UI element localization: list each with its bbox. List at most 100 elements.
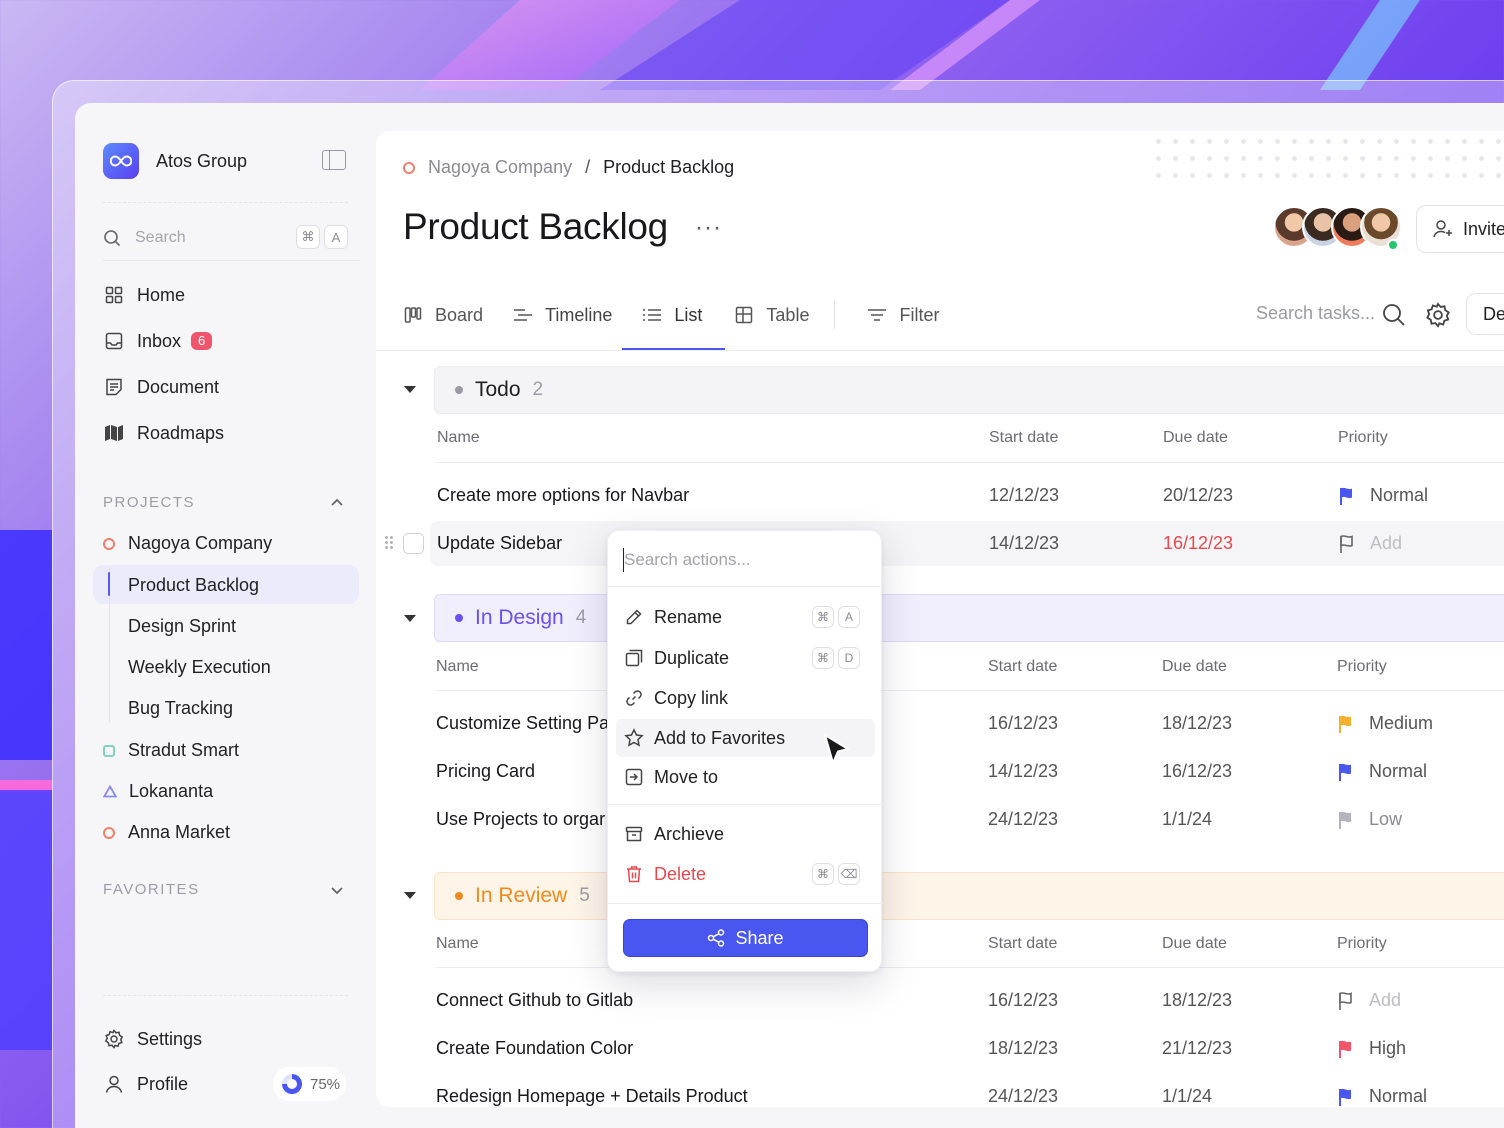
nav-settings[interactable]: Settings (103, 1028, 202, 1050)
task-start-date[interactable]: 24/12/23 (988, 809, 1058, 830)
task-due-date[interactable]: 16/12/23 (1162, 761, 1232, 782)
task-start-date[interactable]: 24/12/23 (988, 1086, 1058, 1107)
invite-button[interactable]: Invite (1416, 205, 1504, 253)
column-header-due[interactable]: Due date (1162, 658, 1227, 676)
chevron-up-icon[interactable] (330, 496, 344, 510)
group-header-in-design[interactable]: In Design 4 (434, 594, 1504, 642)
column-header-name[interactable]: Name (436, 935, 479, 953)
collapse-caret-icon[interactable] (404, 615, 416, 622)
task-name[interactable]: Use Projects to orgar (436, 809, 605, 830)
project-anna-market[interactable]: Anna Market (103, 822, 230, 843)
column-header-priority[interactable]: Priority (1337, 658, 1387, 676)
task-priority[interactable]: Add (1338, 533, 1402, 554)
drag-handle-icon[interactable] (384, 535, 394, 551)
project-label: Stradut Smart (128, 740, 240, 760)
member-avatars[interactable] (1273, 206, 1402, 248)
subproject-product-backlog[interactable]: Product Backlog (128, 575, 259, 596)
task-due-date-overdue[interactable]: 16/12/23 (1163, 533, 1233, 554)
subproject-design-sprint[interactable]: Design Sprint (128, 616, 236, 637)
task-start-date[interactable]: 16/12/23 (988, 713, 1058, 734)
menu-item-rename[interactable]: Rename ⌘ A (624, 601, 867, 633)
column-header-start[interactable]: Start date (988, 935, 1057, 953)
task-name[interactable]: Redesign Homepage + Details Product (436, 1086, 748, 1107)
project-label: Anna Market (128, 822, 231, 842)
group-header-todo[interactable]: Todo 2 (434, 366, 1504, 414)
nav-home[interactable]: Home (103, 284, 185, 306)
menu-item-delete[interactable]: Delete ⌘ ⌫ (624, 858, 867, 890)
chevron-down-icon[interactable] (330, 883, 344, 897)
column-header-due[interactable]: Due date (1162, 935, 1227, 953)
workspace-brand[interactable]: Atos Group (103, 143, 247, 179)
sidebar-search[interactable]: Search ⌘ A (103, 222, 348, 254)
nav-document[interactable]: Document (103, 376, 219, 398)
task-due-date[interactable]: 1/1/24 (1162, 809, 1212, 830)
task-name[interactable]: Connect Github to Gitlab (436, 990, 633, 1011)
task-search-input[interactable]: Search tasks... (1256, 303, 1375, 324)
task-name[interactable]: Customize Setting Pa (436, 713, 609, 734)
task-start-date[interactable]: 18/12/23 (988, 1038, 1058, 1059)
tab-list[interactable]: List (642, 300, 702, 330)
column-header-due[interactable]: Due date (1163, 429, 1228, 447)
gear-icon[interactable] (1425, 302, 1451, 328)
task-start-date[interactable]: 16/12/23 (988, 990, 1058, 1011)
task-due-date[interactable]: 21/12/23 (1162, 1038, 1232, 1059)
task-priority[interactable]: Normal (1337, 1086, 1427, 1107)
column-header-start[interactable]: Start date (988, 658, 1057, 676)
menu-item-copy-link[interactable]: Copy link (624, 682, 867, 714)
tab-timeline[interactable]: Timeline (513, 300, 612, 330)
nav-profile[interactable]: Profile (103, 1073, 188, 1095)
task-name[interactable]: Pricing Card (436, 761, 535, 782)
breadcrumb-parent[interactable]: Nagoya Company (428, 157, 572, 178)
task-due-date[interactable]: 18/12/23 (1162, 990, 1232, 1011)
priority-label: Medium (1369, 713, 1434, 733)
sidebar-toggle-icon[interactable] (322, 150, 346, 170)
column-header-name[interactable]: Name (437, 429, 480, 447)
group-header-in-review[interactable]: In Review 5 (434, 872, 1504, 920)
search-actions-input[interactable]: Search actions... (624, 550, 751, 570)
task-priority[interactable]: Normal (1337, 761, 1427, 782)
search-icon[interactable] (1382, 303, 1406, 327)
collapse-caret-icon[interactable] (404, 892, 416, 899)
nav-inbox[interactable]: Inbox 6 (103, 330, 213, 352)
menu-item-archive[interactable]: Archieve (624, 818, 867, 850)
task-name[interactable]: Update Sidebar (437, 533, 562, 554)
task-priority[interactable]: Normal (1338, 485, 1428, 506)
task-checkbox[interactable] (403, 533, 424, 554)
project-stradut-smart[interactable]: Stradut Smart (103, 740, 239, 761)
move-icon (624, 767, 644, 787)
task-due-date[interactable]: 1/1/24 (1162, 1086, 1212, 1107)
trash-icon (624, 864, 644, 884)
subproject-bug-tracking[interactable]: Bug Tracking (128, 698, 233, 719)
menu-item-duplicate[interactable]: Duplicate ⌘ D (624, 642, 867, 674)
share-button[interactable]: Share (623, 919, 868, 957)
column-header-priority[interactable]: Priority (1338, 429, 1388, 447)
display-button[interactable]: De (1466, 293, 1504, 335)
search-icon (104, 230, 121, 247)
column-header-name[interactable]: Name (436, 658, 479, 676)
task-name[interactable]: Create more options for Navbar (437, 485, 689, 506)
subproject-weekly-execution[interactable]: Weekly Execution (128, 657, 271, 678)
filter-button[interactable]: Filter (867, 300, 939, 330)
divider (436, 690, 1504, 691)
collapse-caret-icon[interactable] (404, 386, 416, 393)
task-start-date[interactable]: 12/12/23 (989, 485, 1059, 506)
task-priority[interactable]: Medium (1337, 713, 1433, 734)
task-start-date[interactable]: 14/12/23 (989, 533, 1059, 554)
task-start-date[interactable]: 14/12/23 (988, 761, 1058, 782)
task-due-date[interactable]: 20/12/23 (1163, 485, 1233, 506)
menu-label: Delete (654, 863, 707, 884)
task-due-date[interactable]: 18/12/23 (1162, 713, 1232, 734)
menu-label: Duplicate (654, 647, 730, 668)
tab-board[interactable]: Board (403, 300, 483, 330)
tab-table[interactable]: Table (734, 300, 809, 330)
nav-roadmaps[interactable]: Roadmaps (103, 422, 224, 444)
task-priority[interactable]: Low (1337, 809, 1402, 830)
project-nagoya[interactable]: Nagoya Company (103, 533, 272, 554)
task-priority[interactable]: High (1337, 1038, 1406, 1059)
column-header-start[interactable]: Start date (989, 429, 1058, 447)
project-lokananta[interactable]: Lokananta (103, 781, 213, 802)
task-name[interactable]: Create Foundation Color (436, 1038, 633, 1059)
task-priority[interactable]: Add (1337, 990, 1401, 1011)
column-header-priority[interactable]: Priority (1337, 935, 1387, 953)
more-options-icon[interactable]: ··· (695, 214, 722, 242)
